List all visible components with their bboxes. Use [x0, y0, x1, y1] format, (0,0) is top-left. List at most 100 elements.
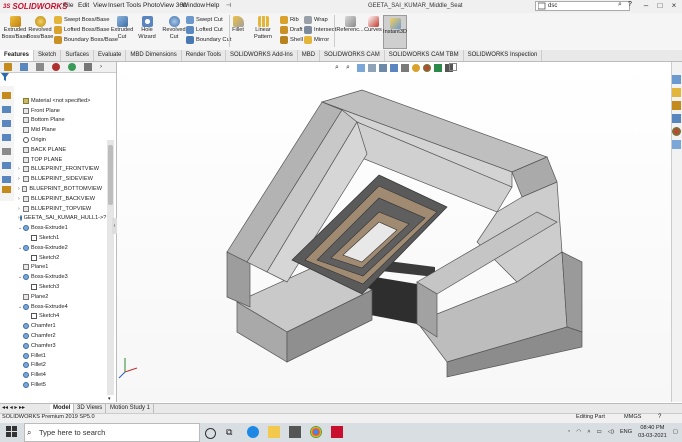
surface-bodies-icon[interactable] [2, 162, 11, 169]
hole-wizard-button[interactable]: Hole Wizard [134, 16, 160, 40]
revolved-cut-button[interactable]: Revolved Cut [162, 16, 186, 40]
tab-motion-study[interactable]: Motion Study 1 [107, 404, 155, 413]
boundary-boss-button[interactable]: Boundary Boss/Base [54, 35, 118, 45]
task-view-icon[interactable]: ⧉ [226, 426, 238, 438]
intersect-button[interactable]: Intersect [304, 25, 336, 35]
solid-bodies-icon[interactable] [2, 148, 11, 155]
tree-item[interactable]: Sketch2 [18, 253, 102, 263]
linear-pattern-button[interactable]: Linear Pattern [246, 16, 280, 40]
filter-icon[interactable] [1, 73, 9, 83]
part-icon[interactable] [2, 92, 11, 99]
tree-item[interactable]: Bottom Plane [18, 116, 102, 126]
tree-item[interactable]: Fillet4 [18, 370, 102, 380]
chrome-icon[interactable] [310, 426, 322, 438]
volume-icon[interactable]: ◁) [608, 428, 614, 436]
revolved-boss-button[interactable]: Revolved Boss/Base [27, 16, 53, 40]
extruded-boss-button[interactable]: Extruded Boss/Base [2, 16, 28, 40]
menu-tools[interactable]: Tools [126, 2, 141, 9]
solidworks-resources-icon[interactable] [672, 75, 681, 84]
draft-button[interactable]: Draft [280, 25, 303, 35]
tab-mbd-dimensions[interactable]: MBD Dimensions [126, 50, 182, 61]
material-icon[interactable] [2, 186, 11, 193]
solidworks-taskbar-icon[interactable] [331, 426, 343, 438]
tree-item[interactable]: Chamfer3 [18, 341, 102, 351]
tree-item[interactable]: Fillet1 [18, 351, 102, 361]
tree-item[interactable]: Origin [18, 135, 102, 145]
tree-item[interactable]: › BLUEPRINT_BOTTOMVIEW [18, 184, 102, 194]
more-tabs-icon[interactable]: › [100, 63, 108, 71]
tab-model[interactable]: Model [50, 404, 75, 413]
curves-button[interactable]: Curves [364, 16, 382, 34]
tree-item[interactable]: ⌄ Boss-Extrude1 [18, 223, 102, 233]
clock-date[interactable]: 03-03-2021 [638, 432, 667, 440]
tab-addins[interactable]: SOLIDWORKS Add-Ins [226, 50, 298, 61]
shell-button[interactable]: Shell [280, 35, 303, 45]
tree-item[interactable]: › BLUEPRINT_SIDEVIEW [18, 174, 102, 184]
menu-file[interactable]: File [63, 2, 73, 9]
fillet-button[interactable]: Fillet [231, 16, 245, 34]
menu-window[interactable]: Window [182, 2, 205, 9]
tab-mbd[interactable]: MBD [298, 50, 321, 61]
tree-item[interactable]: Material <not specified> [18, 96, 102, 106]
pin-icon[interactable]: ⊣ [226, 2, 231, 9]
menu-insert[interactable]: Insert [108, 2, 124, 9]
solidworks-logo[interactable]: 3S SOLIDWORKS [3, 1, 67, 12]
search-icon[interactable]: ⌕ [618, 1, 622, 9]
tab-3d-views[interactable]: 3D Views [74, 404, 107, 413]
cortana-icon[interactable] [205, 428, 216, 439]
tree-item[interactable]: › BLUEPRINT_BACKVIEW [18, 194, 102, 204]
swept-boss-button[interactable]: Swept Boss/Base [54, 15, 118, 25]
tab-cam[interactable]: SOLIDWORKS CAM [320, 50, 385, 61]
tab-surfaces[interactable]: Surfaces [61, 50, 95, 61]
tab-scroll-arrows-icon[interactable]: ◂◂ ◂ ▸ ▸▸ [2, 404, 25, 411]
instant3d-button[interactable]: Instant3D [383, 15, 407, 49]
clock-time[interactable]: 08:40 PM [638, 424, 667, 432]
status-units[interactable]: MMGS [624, 413, 641, 422]
tree-item[interactable]: TOP PLANE [18, 155, 102, 165]
view-palette-icon[interactable] [672, 114, 681, 123]
lofted-boss-button[interactable]: Lofted Boss/Base [54, 25, 118, 35]
tree-item[interactable]: Sketch3 [18, 282, 102, 292]
chevron-up-icon[interactable]: ˄ [587, 428, 590, 436]
tree-item[interactable]: Mid Plane [18, 125, 102, 135]
tree-item[interactable]: ⌄ Boss-Extrude3 [18, 272, 102, 282]
rib-button[interactable]: Rib [280, 15, 303, 25]
reference-geometry-button[interactable]: Referenc... [336, 16, 364, 34]
tab-evaluate[interactable]: Evaluate [94, 50, 127, 61]
tree-scrollbar-thumb[interactable] [108, 145, 113, 205]
tab-render-tools[interactable]: Render Tools [182, 50, 227, 61]
tree-item[interactable]: Chamfer2 [18, 331, 102, 341]
store-icon[interactable] [289, 426, 301, 438]
tree-item[interactable]: Plane2 [18, 292, 102, 302]
tree-item[interactable]: › BLUEPRINT_TOPVIEW [18, 204, 102, 214]
menu-photoview[interactable]: PhotoView 360 [143, 2, 187, 9]
design-library-icon[interactable] [672, 88, 681, 97]
tree-item[interactable]: Sketch4 [18, 312, 102, 322]
notifications-icon[interactable]: ▢ [673, 428, 678, 436]
appearances-icon[interactable] [672, 127, 681, 136]
status-help-icon[interactable]: ? [658, 414, 661, 420]
network-icon[interactable]: ◔ [567, 428, 570, 436]
extruded-cut-button[interactable]: Extruded Cut [111, 16, 133, 40]
tree-item[interactable]: › BLUEPRINT_FRONTVIEW [18, 165, 102, 175]
configuration-manager-tab-icon[interactable] [36, 63, 44, 71]
tree-item[interactable]: ⌄ Boss-Extrude4 [18, 302, 102, 312]
tab-cam-tbm[interactable]: SOLIDWORKS CAM TBM [385, 50, 464, 61]
tree-item[interactable]: › GEETA_SAI_KUMAR_HULL1->? [18, 214, 106, 224]
tree-item[interactable]: Chamfer1 [18, 321, 102, 331]
swept-cut-button[interactable]: Swept Cut [186, 15, 231, 25]
wifi-icon[interactable]: ◠ [576, 428, 581, 436]
scroll-down-icon[interactable]: ▾ [108, 396, 111, 402]
maximize-button[interactable]: □ [654, 1, 666, 12]
minimize-button[interactable]: – [640, 1, 652, 12]
windows-start-icon[interactable] [6, 426, 17, 439]
property-manager-tab-icon[interactable] [20, 63, 28, 71]
tab-sketch[interactable]: Sketch [34, 50, 62, 61]
tree-item[interactable]: Plane1 [18, 263, 102, 273]
feature-manager-tab-icon[interactable] [4, 63, 12, 71]
file-explorer-taskbar-icon[interactable] [268, 426, 280, 438]
annotations-icon[interactable] [2, 134, 11, 141]
help-icon[interactable]: ? [628, 1, 632, 8]
tree-item[interactable]: Front Plane [18, 106, 102, 116]
menu-view[interactable]: View [93, 2, 107, 9]
